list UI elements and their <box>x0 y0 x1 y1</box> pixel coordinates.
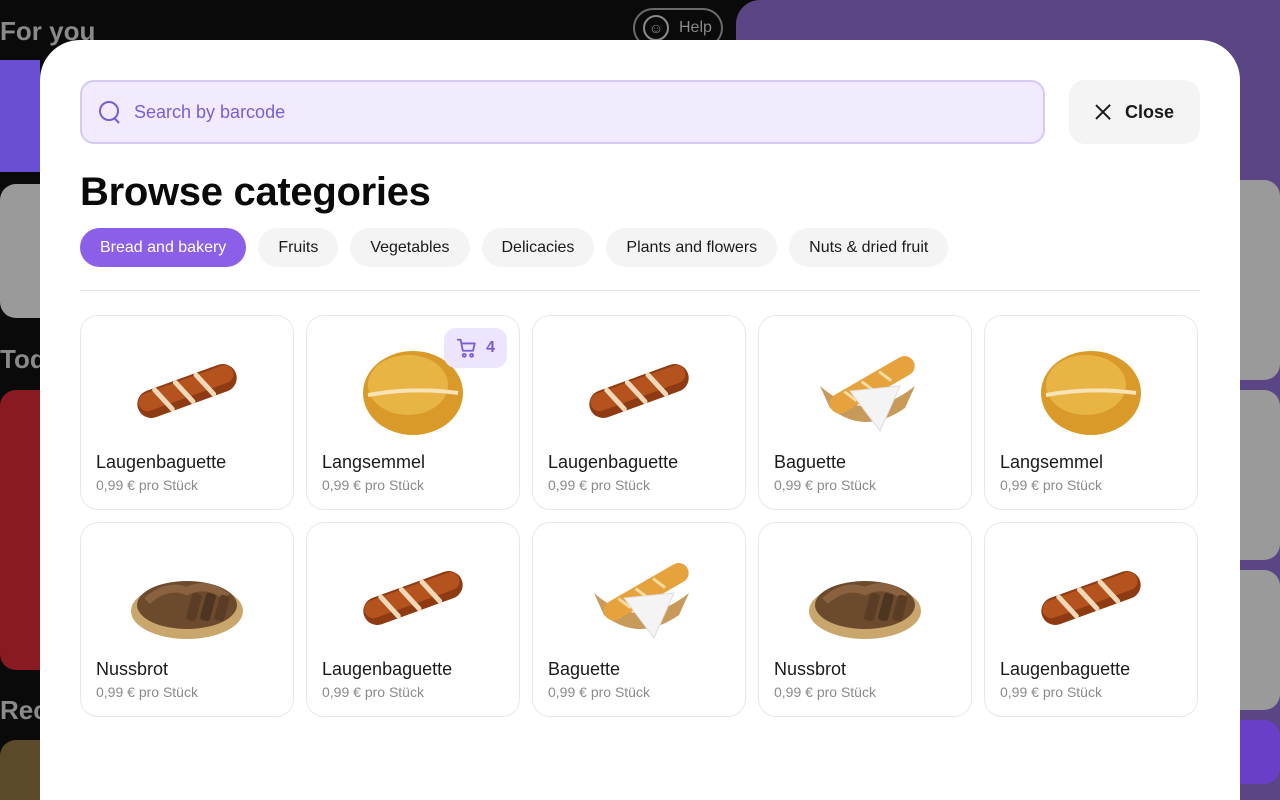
nut-bread-basket-image <box>127 543 247 653</box>
product-name: Laugenbaguette <box>548 452 679 472</box>
search-input[interactable] <box>134 101 1014 123</box>
product-name: Baguette <box>548 659 621 679</box>
product-card[interactable]: Nussbrot 0,99 € pro Stück <box>80 522 294 717</box>
section-title-today: Tod <box>0 344 46 374</box>
product-card[interactable]: Laugenbaguette 0,99 € pro Stück <box>532 315 746 510</box>
product-price: 0,99 € pro Stück <box>96 477 198 493</box>
accessibility-icon: ☺ <box>643 15 669 41</box>
product-card[interactable]: Laugenbaguette 0,99 € pro Stück <box>984 522 1198 717</box>
background-tile <box>1240 390 1280 560</box>
product-price: 0,99 € pro Stück <box>322 477 424 493</box>
product-price: 0,99 € pro Stück <box>96 684 198 700</box>
category-chip[interactable]: Nuts & dried fruit <box>789 228 949 267</box>
divider <box>80 290 1200 291</box>
background-tile <box>0 740 40 800</box>
product-card[interactable]: Laugenbaguette 0,99 € pro Stück <box>306 522 520 717</box>
background-tile <box>0 390 40 670</box>
cart-icon <box>457 338 476 358</box>
category-chip[interactable]: Delicacies <box>481 228 595 267</box>
close-label: Close <box>1124 101 1175 122</box>
baguette-basket-image <box>805 336 925 446</box>
category-chip[interactable]: Vegetables <box>350 228 470 267</box>
pretzel-baguette-image <box>1031 543 1151 653</box>
category-chip[interactable]: Bread and bakery <box>80 228 247 267</box>
category-chip[interactable]: Plants and flowers <box>606 228 778 267</box>
category-chips: Bread and bakery Fruits Vegetables Delic… <box>80 228 949 267</box>
product-grid: Laugenbaguette 0,99 € pro Stück Langsemm… <box>80 315 1198 717</box>
nut-bread-basket-image <box>805 543 925 653</box>
close-button[interactable]: Close <box>1069 80 1200 144</box>
background-tile <box>1240 570 1280 710</box>
background-tile <box>0 60 40 172</box>
product-card[interactable]: Langsemmel 0,99 € pro Stück 4 <box>306 315 520 510</box>
product-card[interactable]: Baguette 0,99 € pro Stück <box>758 315 972 510</box>
bread-roll-image <box>1031 336 1151 446</box>
product-card[interactable]: Langsemmel 0,99 € pro Stück <box>984 315 1198 510</box>
product-name: Laugenbaguette <box>96 452 227 472</box>
category-chip[interactable]: Fruits <box>258 228 339 267</box>
product-price: 0,99 € pro Stück <box>1000 684 1102 700</box>
pretzel-baguette-image <box>127 336 247 446</box>
product-name: Nussbrot <box>774 659 847 679</box>
search-icon <box>98 100 122 124</box>
cart-count: 4 <box>486 339 495 356</box>
baguette-basket-image <box>579 543 699 653</box>
product-price: 0,99 € pro Stück <box>1000 477 1102 493</box>
product-name: Langsemmel <box>1000 452 1104 472</box>
background-tile <box>1240 180 1280 380</box>
product-name: Langsemmel <box>322 452 426 472</box>
product-card[interactable]: Laugenbaguette 0,99 € pro Stück <box>80 315 294 510</box>
close-icon <box>1095 104 1111 120</box>
background-tile <box>0 184 40 318</box>
search-bar[interactable] <box>80 80 1045 144</box>
product-price: 0,99 € pro Stück <box>322 684 424 700</box>
pretzel-baguette-image <box>353 543 473 653</box>
pretzel-baguette-image <box>579 336 699 446</box>
product-card[interactable]: Baguette 0,99 € pro Stück <box>532 522 746 717</box>
product-name: Laugenbaguette <box>322 659 453 679</box>
product-price: 0,99 € pro Stück <box>774 684 876 700</box>
background-tile <box>1240 720 1280 784</box>
product-name: Baguette <box>774 452 847 472</box>
product-card[interactable]: Nussbrot 0,99 € pro Stück <box>758 522 972 717</box>
product-price: 0,99 € pro Stück <box>548 684 650 700</box>
product-price: 0,99 € pro Stück <box>774 477 876 493</box>
help-label: Help <box>679 19 712 36</box>
product-name: Nussbrot <box>96 659 169 679</box>
product-name: Laugenbaguette <box>1000 659 1131 679</box>
page-title: Browse categories <box>80 170 431 214</box>
product-price: 0,99 € pro Stück <box>548 477 650 493</box>
browse-categories-modal: Close Browse categories Bread and bakery… <box>40 40 1240 800</box>
cart-count-badge: 4 <box>444 328 507 368</box>
